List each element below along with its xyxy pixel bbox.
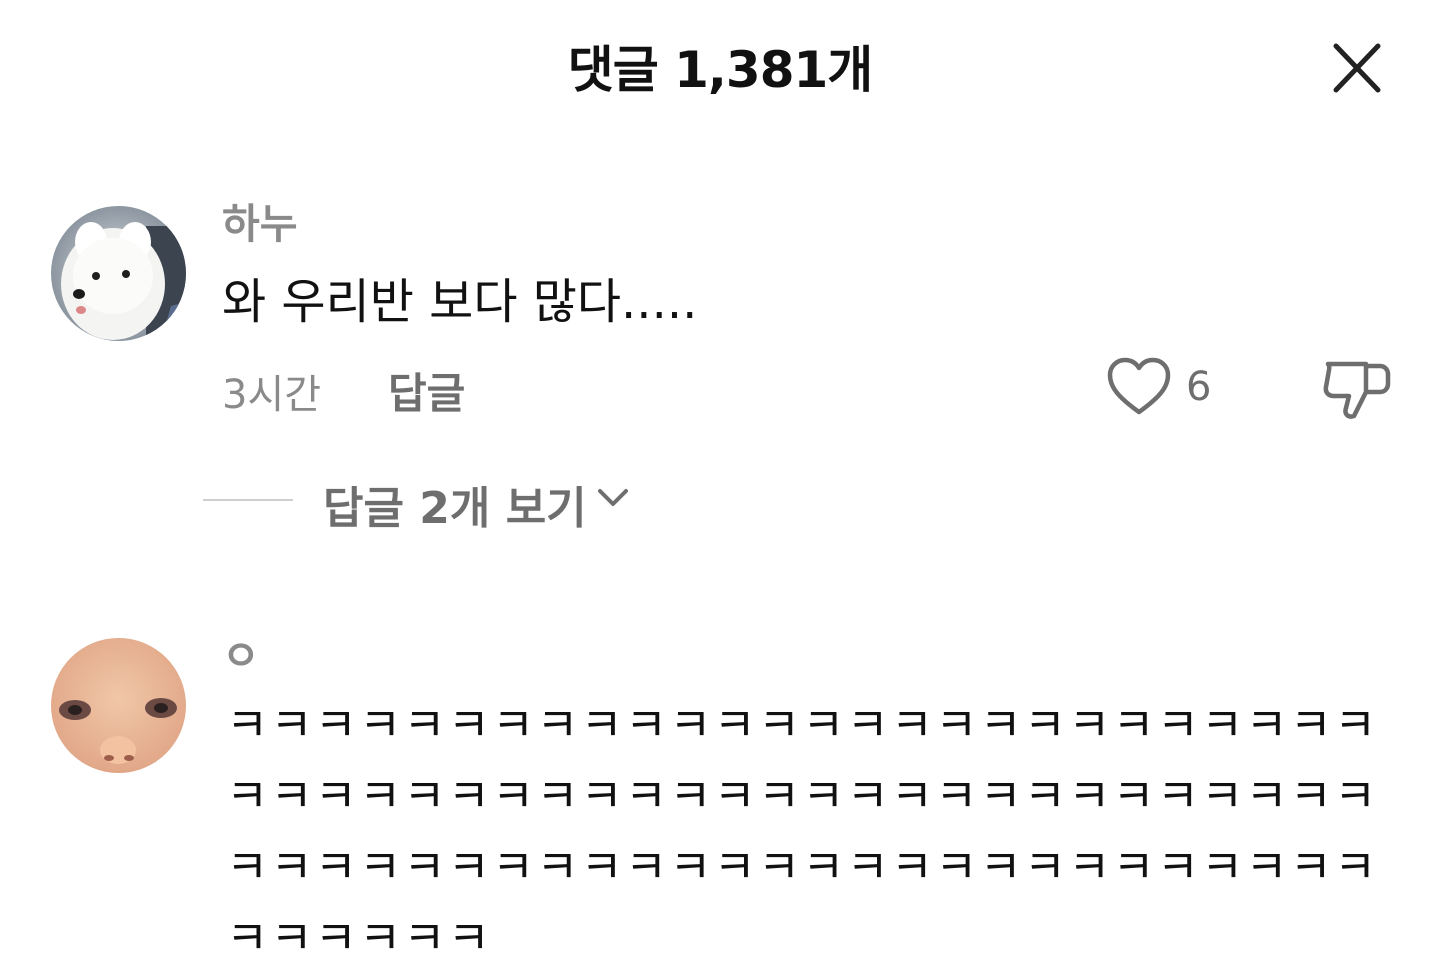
comment-text: 와 우리반 보다 많다..... (222, 274, 698, 330)
heart-icon (1107, 357, 1171, 415)
close-icon (1333, 43, 1381, 93)
comment-timestamp: 3시간 (222, 372, 322, 418)
dislike-button[interactable] (1322, 356, 1392, 422)
divider (203, 499, 293, 501)
avatar[interactable] (51, 206, 186, 341)
close-button[interactable] (1326, 40, 1388, 96)
thumbs-down-icon (1323, 361, 1391, 419)
comments-sheet: 댓글 1,381개 하누 와 우리반 보다 많다..... 3시간 답글 6 답… (0, 0, 1440, 969)
reply-button[interactable]: 답글 (388, 360, 465, 421)
like-count: 6 (1186, 364, 1212, 410)
comments-title: 댓글 1,381개 (567, 41, 874, 99)
avatar[interactable] (51, 638, 186, 773)
avatar-image (51, 206, 186, 341)
comment-username[interactable]: ㅇ (222, 622, 260, 682)
view-replies-label: 답글 2개 보기 (323, 483, 587, 534)
avatar-image (51, 638, 186, 773)
like-button[interactable] (1106, 357, 1172, 417)
chevron-down-icon (598, 489, 628, 506)
comment-text: ㅋㅋㅋㅋㅋㅋㅋㅋㅋㅋㅋㅋㅋㅋㅋㅋㅋㅋㅋㅋㅋㅋㅋㅋㅋㅋㅋㅋㅋㅋㅋㅋㅋㅋㅋㅋㅋㅋㅋㅋ… (226, 698, 1379, 965)
comment-username[interactable]: 하누 (222, 190, 297, 250)
